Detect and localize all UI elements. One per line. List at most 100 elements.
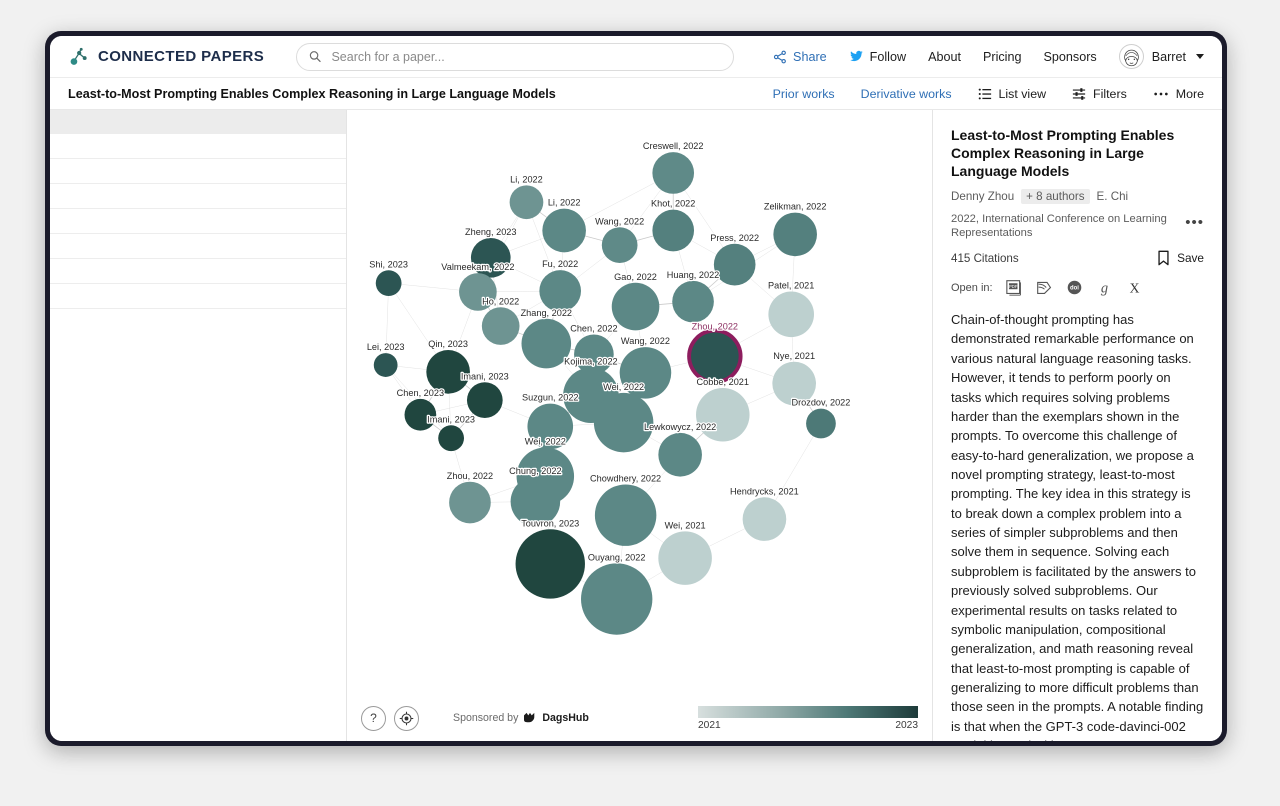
user-menu[interactable]: Barret [1119,44,1204,69]
prior-works-link[interactable]: Prior works [773,87,835,101]
graph-node[interactable]: Drozdov, 2022 [792,398,851,439]
graph-node-circle[interactable] [714,244,756,286]
paper-list-item[interactable] [50,284,346,309]
search-bar[interactable] [296,43,734,71]
paper-list-item[interactable] [50,259,346,284]
graph-node-circle[interactable] [602,227,638,263]
graph-node[interactable]: Imani, 2023 [427,414,475,451]
graph-node-circle[interactable] [449,482,491,524]
graph-node-circle[interactable] [581,563,652,634]
graph-node-circle[interactable] [806,409,836,439]
paper-list-item[interactable] [50,134,346,159]
search-input[interactable] [331,50,721,64]
graph-node[interactable]: Ouyang, 2022 [581,552,652,634]
arxiv-icon[interactable]: X [1126,279,1143,296]
detail-title: Least-to-Most Prompting Enables Complex … [951,126,1204,181]
graph-node[interactable]: Imani, 2023 [461,371,509,418]
app-logo[interactable]: CONNECTED PAPERS [68,46,264,68]
graph-node-circle[interactable] [612,283,660,331]
graph-node[interactable]: Li, 2022 [542,198,586,253]
graph-node[interactable]: Lewkowycz, 2022 [644,422,716,477]
follow-button[interactable]: Follow [849,49,906,64]
graph-node-circle[interactable] [658,433,702,477]
recenter-button[interactable] [394,706,419,731]
filters-button[interactable]: Filters [1072,87,1127,101]
graph-node-circle[interactable] [539,270,581,312]
sponsors-link[interactable]: Sponsors [1043,50,1096,64]
graph-node[interactable]: Li, 2022 [510,174,544,219]
graph-node[interactable]: Ho, 2022 [482,296,520,345]
graph-canvas[interactable]: Creswell, 2022 Li, 2022 Li, 2022 Khot, 2022… [347,110,932,741]
graph-node-circle[interactable] [743,497,787,541]
graph-node-circle[interactable] [768,292,814,338]
legend-min-year: 2021 [698,720,721,731]
about-link[interactable]: About [928,50,961,64]
help-button[interactable]: ? [361,706,386,731]
graph-node[interactable]: Khot, 2022 [651,199,695,252]
graph-node[interactable]: Qin, 2023 [426,339,470,394]
graph-node[interactable]: Zhou, 2022 [447,471,493,524]
graph-node-circle[interactable] [374,353,398,377]
graph-node-circle[interactable] [595,484,656,545]
graph-node-circle[interactable] [773,213,817,257]
more-authors-chip[interactable]: + 8 authors [1021,189,1089,204]
graph-node-label: Lei, 2023 [367,342,405,352]
graph-node-circle[interactable] [438,425,464,451]
graph-node[interactable]: Chowdhery, 2022 [590,474,661,546]
graph-node-circle[interactable] [652,210,694,252]
graph-node[interactable]: Zelikman, 2022 [764,202,827,257]
pdf-icon[interactable]: PDF [1006,279,1023,296]
graph-node-circle[interactable] [376,270,402,296]
more-button[interactable]: More [1153,87,1204,101]
graph-node[interactable]: Chung, 2022 [509,466,561,527]
graph-node[interactable]: Gao, 2022 [612,272,660,331]
list-view-button[interactable]: List view [978,87,1047,101]
derivative-works-link[interactable]: Derivative works [861,87,952,101]
share-button[interactable]: Share [773,50,827,64]
graph-node-circle[interactable] [516,529,585,598]
graph-node[interactable]: Fu, 2022 [539,259,581,312]
graph-node-circle[interactable] [696,388,750,442]
graph-node-circle[interactable] [467,382,503,418]
graph-node-circle[interactable] [542,209,586,253]
paper-list-item[interactable] [50,159,346,184]
pricing-link[interactable]: Pricing [983,50,1022,64]
graph-node-label: Chen, 2022 [570,324,617,334]
paper-list-item[interactable] [50,234,346,259]
graph-node-label: Imani, 2023 [461,371,509,381]
detail-venue-row: 2022, International Conference on Learni… [951,212,1204,242]
paper-list-item[interactable] [50,110,346,134]
graph-node-circle[interactable] [482,307,520,345]
paper-detail-panel[interactable]: Least-to-Most Prompting Enables Complex … [932,110,1222,741]
graph-node-circle[interactable] [691,332,739,380]
doi-icon[interactable]: doi [1066,279,1083,296]
graph-node[interactable]: Huang, 2022 [667,270,719,323]
graph-node-label: Imani, 2023 [427,414,475,424]
graph-node-circle[interactable] [672,281,714,323]
graph-nodes: Creswell, 2022 Li, 2022 Li, 2022 Khot, 2022… [367,141,851,635]
graph-node-circle[interactable] [510,185,544,219]
graph-node-circle[interactable] [652,152,694,194]
sponsor-credit[interactable]: Sponsored by DagsHub [453,712,589,724]
graph-node[interactable]: Wang, 2022 [595,216,644,263]
graph-node-label: Fu, 2022 [542,259,578,269]
paper-list-item[interactable] [50,184,346,209]
paper-list-sidebar[interactable] [50,110,347,741]
graph-node-label: Zelikman, 2022 [764,202,827,212]
graph-node-circle[interactable] [658,531,712,585]
paper-list-item[interactable] [50,209,346,234]
graph-node[interactable]: Shi, 2023 [369,259,408,296]
graph-node[interactable]: Lei, 2023 [367,342,405,377]
detail-more-options-button[interactable]: ••• [1185,212,1204,230]
google-scholar-icon[interactable]: g [1096,279,1113,296]
semantic-scholar-icon[interactable] [1036,279,1053,296]
graph-node-label: Li, 2022 [510,174,543,184]
graph-node[interactable]: Creswell, 2022 [643,141,704,194]
graph-node[interactable]: Patel, 2021 [768,281,814,338]
graph-node[interactable]: Wei, 2021 [658,520,712,584]
graph-node[interactable]: Hendrycks, 2021 [730,486,799,541]
save-button[interactable]: Save [1157,250,1204,266]
graph-node[interactable]: Touvron, 2023 [516,518,585,598]
paper-graph[interactable]: Creswell, 2022 Li, 2022 Li, 2022 Khot, 2022… [347,110,932,741]
graph-node[interactable]: Zhou, 2022 [687,322,742,384]
